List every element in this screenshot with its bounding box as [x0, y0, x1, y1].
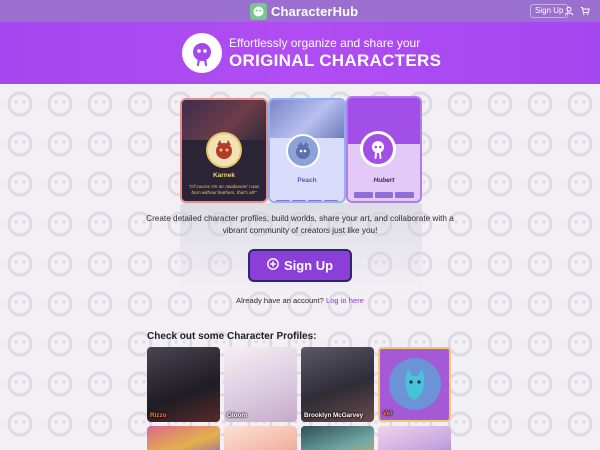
profile-tile-gloom[interactable]: Gloom [224, 347, 297, 422]
profile-tile[interactable] [224, 426, 297, 450]
showcase-card-hubert: Hubert [346, 96, 422, 203]
showcase-card-karnek: Karnek "Of course I'm an Awakeone! I was… [180, 98, 268, 203]
plus-circle-icon [267, 258, 279, 273]
profile-tile-vel[interactable]: Vel [378, 347, 451, 422]
user-icon[interactable] [562, 4, 576, 18]
hero-banner: Effortlessly organize and share your ORI… [0, 22, 600, 84]
avatar [206, 132, 242, 168]
top-navbar: CharacterHub Sign Up [0, 0, 600, 22]
card-name: Karnek [212, 172, 236, 179]
card-art [270, 100, 344, 138]
avatar [360, 131, 396, 167]
login-link[interactable]: Log in here [326, 296, 364, 305]
site-description: Create detailed character profiles, buil… [146, 214, 454, 235]
profiles-section-title: Check out some Character Profiles: [147, 331, 317, 342]
card-name: Hubert [373, 177, 395, 184]
hero-logo-icon [182, 33, 222, 73]
profile-tile-name: Rizzo [150, 412, 167, 419]
profile-tile-name: Vel [383, 410, 393, 417]
profile-tile-rizzo[interactable]: Rizzo [147, 347, 220, 422]
profile-tile-name: Gloom [227, 412, 247, 419]
card-quote: "Of course I'm an Awakeone! I was born w… [188, 184, 260, 195]
card-name: Peach [297, 177, 317, 184]
brand[interactable]: CharacterHub [250, 2, 358, 20]
cart-icon[interactable] [578, 4, 592, 18]
card-stats [276, 200, 338, 201]
profile-tile-brooklyn-mcgarvey[interactable]: Brooklyn McGarvey [301, 347, 374, 422]
signup-cta-label: Sign Up [283, 258, 334, 273]
profile-tile[interactable] [301, 426, 374, 450]
profile-tile[interactable] [147, 426, 220, 450]
profile-tile-name: Brooklyn McGarvey [304, 412, 364, 419]
card-stats [354, 192, 415, 198]
login-prompt-text: Already have an account? [236, 296, 324, 305]
avatar [286, 134, 320, 168]
hero-tagline: Effortlessly organize and share your [229, 36, 421, 50]
showcase-card-peach: Peach [268, 98, 346, 203]
signup-cta-button[interactable]: Sign Up [248, 249, 352, 282]
brand-logo-icon [250, 2, 267, 20]
login-prompt: Already have an account? Log in here [150, 296, 450, 305]
brand-name: CharacterHub [271, 3, 359, 19]
profile-tile[interactable] [378, 426, 451, 450]
hero-headline: ORIGINAL CHARACTERS [229, 51, 442, 70]
